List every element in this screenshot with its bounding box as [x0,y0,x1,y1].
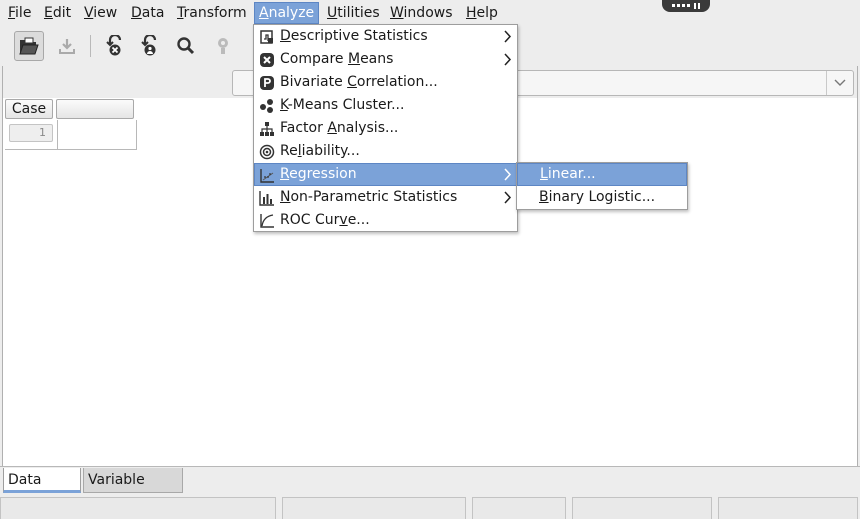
menu-utilities[interactable]: Utilities [323,2,384,24]
roc-curve-icon [259,213,275,229]
menu-item-kmeans-cluster[interactable]: K-Means Cluster... [255,94,516,117]
menu-item-compare-means[interactable]: Compare Means [255,48,516,71]
menu-item-bivariate-correlation[interactable]: Bivariate Correlation... [255,71,516,94]
menu-item-roc-curve[interactable]: ROC Curve... [255,209,516,232]
find-button[interactable] [171,31,201,61]
jump-close-icon [106,35,122,56]
activities-indicator[interactable] [662,0,710,12]
grid-line [136,120,137,150]
folder-open-icon [19,37,39,55]
menu-transform[interactable]: Transform [173,2,251,24]
status-bar [0,494,860,519]
menu-item-regression[interactable]: Regression [254,163,517,186]
goto-variable-button[interactable] [135,31,165,61]
bar-chart-icon [259,190,275,206]
tab-variable-view[interactable]: Variable View [83,468,183,512]
row-header[interactable]: 1 [9,124,53,142]
menu-item-reliability[interactable]: Reliability... [255,140,516,163]
menubar: File Edit View Data Transform Analyze Ut… [0,0,860,26]
value-labels-button[interactable] [208,31,238,61]
chevron-down-icon [834,79,846,86]
grid-line [57,120,58,150]
menu-item-factor-analysis[interactable]: Factor Analysis... [255,117,516,140]
open-button[interactable] [14,31,44,61]
goto-case-button[interactable] [100,31,130,61]
menu-item-descriptive-statistics[interactable]: Descriptive Statistics [255,25,516,48]
column-header-empty[interactable] [56,99,134,119]
menu-item-non-parametric-statistics[interactable]: Non-Parametric Statistics [255,186,516,209]
menu-item-linear[interactable]: Linear... [517,163,687,186]
column-header-case[interactable]: Case [5,99,53,119]
tag-icon [218,38,228,54]
analyze-menu: Descriptive Statistics Compare Means Biv… [253,24,518,232]
hierarchy-icon [259,121,275,137]
correlation-icon [259,75,275,91]
descriptive-statistics-icon [259,29,275,45]
menu-file[interactable]: File [4,2,35,24]
menu-windows[interactable]: Windows [386,2,457,24]
target-icon [259,144,275,160]
compare-means-icon [259,52,275,68]
view-tabs: Data View Variable View [0,466,860,512]
menu-analyze[interactable]: Analyze [254,2,320,24]
cluster-icon [259,98,275,114]
save-button[interactable] [52,31,82,61]
combo-dropdown-button[interactable] [826,71,853,95]
data-grid: Case 1 [5,98,137,150]
search-icon [177,37,195,55]
menu-view[interactable]: View [80,2,121,24]
regression-submenu: Linear... Binary Logistic... [516,162,688,210]
grid-line [5,149,137,150]
menu-item-binary-logistic[interactable]: Binary Logistic... [517,186,687,209]
tab-data-view[interactable]: Data View [3,468,81,512]
jump-variable-icon [141,35,157,56]
download-icon [59,39,75,54]
toolbar-separator [90,35,91,57]
menu-edit[interactable]: Edit [40,2,75,24]
regression-icon [259,168,275,184]
menu-help[interactable]: Help [462,2,502,24]
menu-data[interactable]: Data [127,2,168,24]
